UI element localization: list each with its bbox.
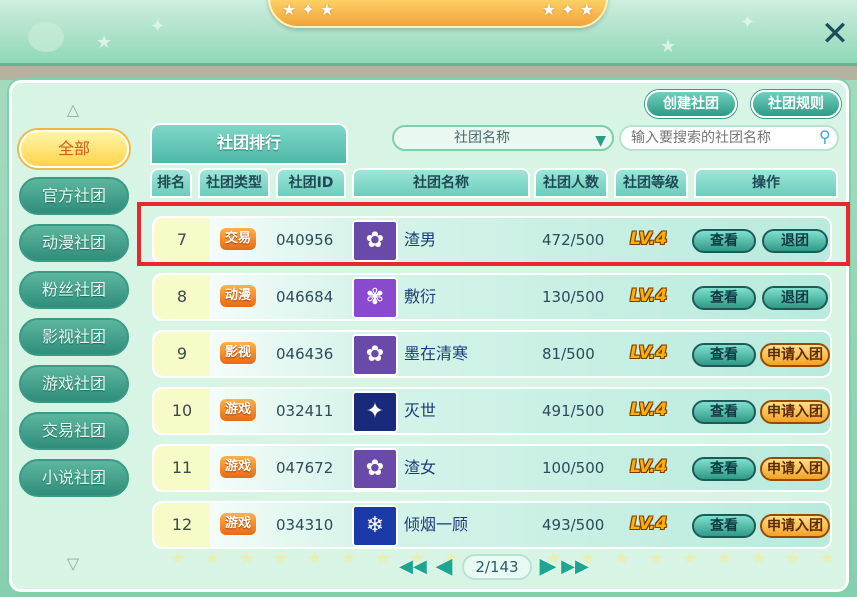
prev-page-icon[interactable]: ◀ — [432, 554, 456, 580]
sidebar-item-anime[interactable]: 动漫社团 — [19, 224, 129, 262]
title-stars-left: ★ ✦ ★ — [282, 0, 335, 19]
type-badge: 游戏 — [220, 399, 256, 421]
type-badge: 游戏 — [220, 513, 256, 535]
header-type: 社团类型 — [198, 168, 270, 198]
close-icon[interactable]: ✕ — [817, 16, 853, 52]
background-strip — [0, 66, 857, 80]
club-name-cell[interactable]: 敷衍 — [404, 275, 534, 319]
members-cell: 81/500 — [542, 345, 595, 363]
flower-icon: ✿ — [352, 334, 398, 376]
snowflake-icon: ❄ — [352, 505, 398, 547]
top-banner: ★ ✦ ★ ✦ ★ ✦ ★ ★ ✦ ★ ✕ — [0, 0, 857, 66]
sidebar-item-official[interactable]: 官方社团 — [19, 177, 129, 215]
header-id: 社团ID — [276, 168, 346, 198]
club-id-cell: 032411 — [276, 402, 334, 420]
join-club-button[interactable]: 申请入团 — [760, 343, 830, 367]
type-badge: 动漫 — [220, 285, 256, 307]
star-decoration-icon: ✦ — [740, 12, 756, 33]
flower-icon: ✾ — [352, 277, 398, 319]
header-level: 社团等级 — [614, 168, 688, 198]
level-badge: LV.4 — [630, 400, 668, 420]
title-stars-right: ★ ✦ ★ — [541, 0, 594, 19]
members-cell: 100/500 — [542, 459, 605, 477]
select-value: 社团名称 — [454, 130, 510, 146]
level-badge: LV.4 — [630, 343, 668, 363]
club-name-cell[interactable]: 渣女 — [404, 446, 534, 490]
table-row: 11 游戏 047672 ✿ 渣女 100/500 LV.4 查看 申请入团 — [152, 444, 832, 492]
create-club-button[interactable]: 创建社团 — [645, 90, 737, 118]
sidebar-item-film[interactable]: 影视社团 — [19, 318, 129, 356]
club-rules-button[interactable]: 社团规则 — [751, 90, 841, 118]
star-icon: ✦ — [352, 391, 398, 433]
title-banner: ★ ✦ ★ ★ ✦ ★ — [268, 0, 608, 28]
level-badge: LV.4 — [630, 286, 668, 306]
view-button[interactable]: 查看 — [692, 286, 756, 310]
search-input[interactable] — [619, 125, 839, 151]
scroll-down-icon[interactable]: ▽ — [63, 554, 83, 573]
type-badge: 影视 — [220, 342, 256, 364]
content-area: 创建社团 社团规则 社团排行 社团名称 ▼ ⚲ 排名 社团类型 社团ID 社团名… — [137, 87, 843, 587]
view-button[interactable]: 查看 — [692, 457, 756, 481]
rank-cell: 12 — [154, 503, 210, 547]
level-badge: LV.4 — [630, 457, 668, 477]
category-sidebar: △ 全部 官方社团 动漫社团 粉丝社团 影视社团 游戏社团 交易社团 小说社团 … — [9, 92, 137, 580]
mascot-icon — [28, 22, 64, 52]
view-button[interactable]: 查看 — [692, 514, 756, 538]
sidebar-item-novel[interactable]: 小说社团 — [19, 459, 129, 497]
table-row: 9 影视 046436 ✿ 墨在清寒 81/500 LV.4 查看 申请入团 — [152, 330, 832, 378]
header-name: 社团名称 — [352, 168, 530, 198]
club-id-cell: 046436 — [276, 345, 334, 363]
table-row: 12 游戏 034310 ❄ 倾烟一顾 493/500 LV.4 查看 申请入团 — [152, 501, 832, 549]
header-actions: 操作 — [694, 168, 838, 198]
club-name-cell[interactable]: 灭世 — [404, 389, 534, 433]
club-id-cell: 034310 — [276, 516, 334, 534]
table-row: 10 游戏 032411 ✦ 灭世 491/500 LV.4 查看 申请入团 — [152, 387, 832, 435]
members-cell: 130/500 — [542, 288, 605, 306]
view-button[interactable]: 查看 — [692, 400, 756, 424]
selected-row-highlight — [137, 202, 850, 266]
level-badge: LV.4 — [630, 514, 668, 534]
last-page-icon[interactable]: ▶▶ — [560, 554, 590, 580]
rank-cell: 11 — [154, 446, 210, 490]
table-row: 8 动漫 046684 ✾ 敷衍 130/500 LV.4 查看 退团 — [152, 273, 832, 321]
search-field-select[interactable]: 社团名称 ▼ — [392, 125, 614, 151]
rank-cell: 10 — [154, 389, 210, 433]
club-name-cell[interactable]: 墨在清寒 — [404, 332, 534, 376]
leave-club-button[interactable]: 退团 — [762, 286, 828, 310]
club-id-cell: 047672 — [276, 459, 334, 477]
club-name-cell[interactable]: 倾烟一顾 — [404, 503, 534, 547]
star-decoration-icon: ★ — [660, 36, 677, 57]
members-cell: 491/500 — [542, 402, 605, 420]
join-club-button[interactable]: 申请入团 — [760, 514, 830, 538]
view-button[interactable]: 查看 — [692, 343, 756, 367]
page-indicator: 2/143 — [462, 554, 532, 580]
members-cell: 493/500 — [542, 516, 605, 534]
join-club-button[interactable]: 申请入团 — [760, 400, 830, 424]
tab-club-ranking[interactable]: 社团排行 — [150, 123, 348, 165]
first-page-icon[interactable]: ◀◀ — [398, 554, 428, 580]
pagination: ◀◀ ◀ 2/143 ▶ ▶▶ — [398, 552, 594, 582]
star-decoration-icon: ★ — [96, 32, 113, 53]
flower-icon: ✿ — [352, 448, 398, 490]
search-icon[interactable]: ⚲ — [819, 128, 837, 146]
scroll-up-icon[interactable]: △ — [63, 100, 83, 119]
sidebar-item-all[interactable]: 全部 — [19, 130, 129, 168]
header-rank: 排名 — [150, 168, 192, 198]
chevron-down-icon: ▼ — [595, 133, 606, 149]
type-badge: 游戏 — [220, 456, 256, 478]
star-decoration-icon: ✦ — [150, 16, 166, 37]
rank-cell: 8 — [154, 275, 210, 319]
sidebar-item-fans[interactable]: 粉丝社团 — [19, 271, 129, 309]
join-club-button[interactable]: 申请入团 — [760, 457, 830, 481]
sidebar-item-games[interactable]: 游戏社团 — [19, 365, 129, 403]
sidebar-item-trade[interactable]: 交易社团 — [19, 412, 129, 450]
rank-cell: 9 — [154, 332, 210, 376]
header-members: 社团人数 — [534, 168, 608, 198]
next-page-icon[interactable]: ▶ — [536, 554, 560, 580]
club-id-cell: 046684 — [276, 288, 334, 306]
